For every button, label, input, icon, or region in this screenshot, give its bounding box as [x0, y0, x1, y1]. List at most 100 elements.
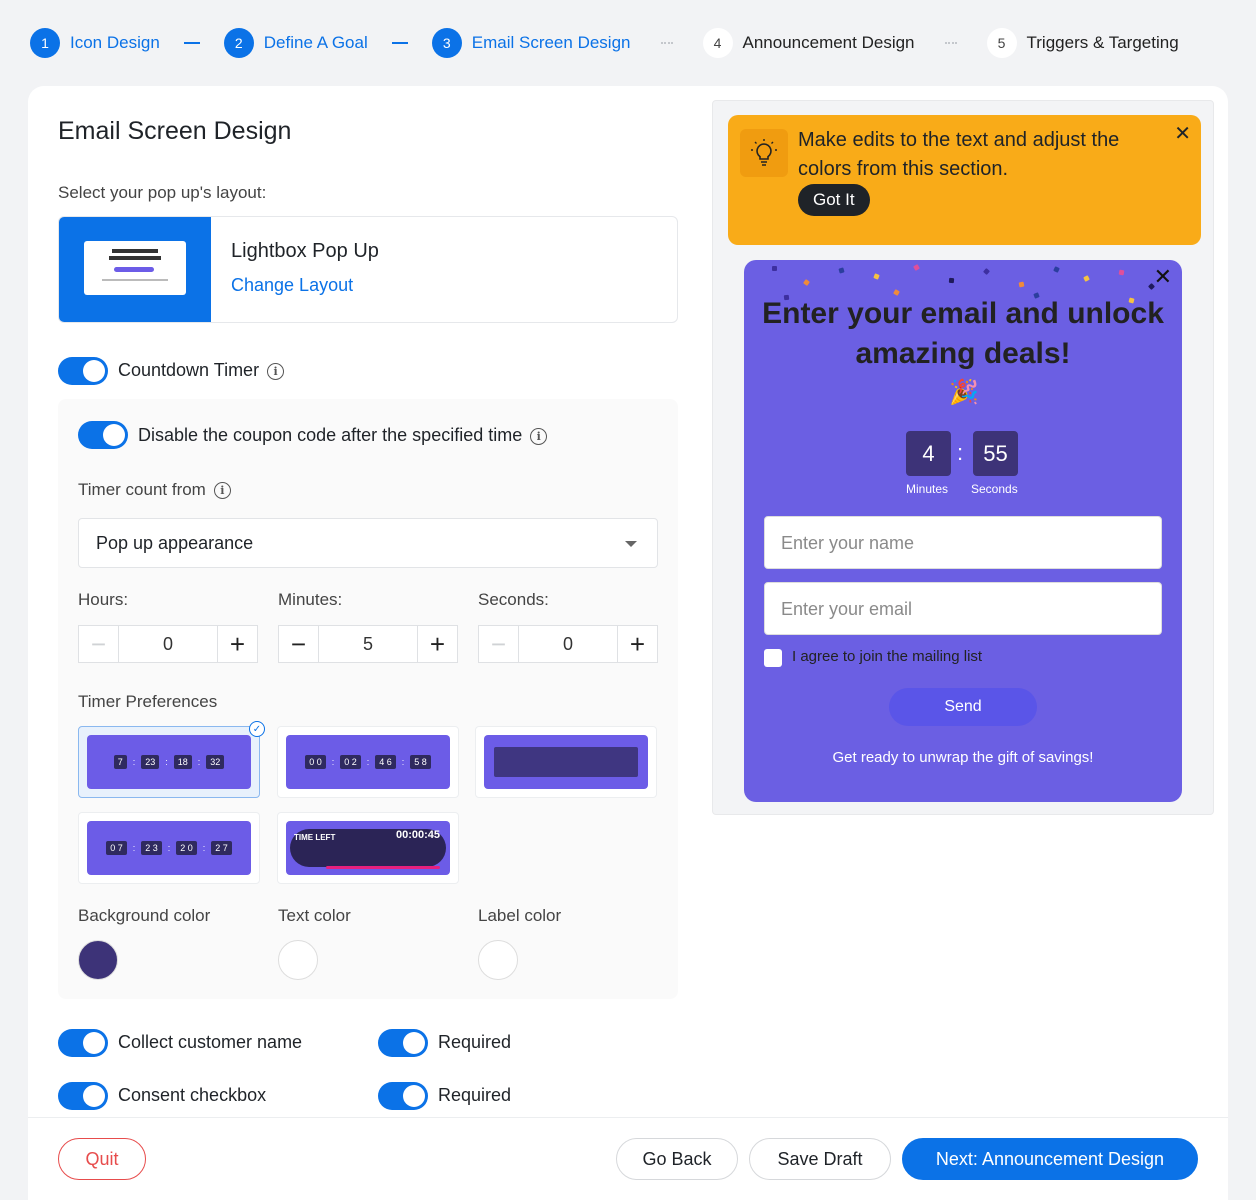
select-value: Pop up appearance — [96, 533, 254, 553]
confetti-piece — [838, 267, 845, 274]
name-input[interactable]: Enter your name — [764, 516, 1162, 569]
timer-style-option-5[interactable]: TIME LEFT 00:00:45 — [277, 812, 459, 884]
countdown-timer-label: Countdown Timer i — [118, 360, 285, 381]
step-separator — [944, 42, 957, 44]
disable-coupon-toggle[interactable] — [78, 421, 128, 449]
email-input[interactable]: Enter your email — [764, 582, 1162, 635]
step-define-goal[interactable]: 2 Define A Goal — [223, 28, 368, 58]
tip-text: Make edits to the text and adjust the co… — [798, 129, 1120, 180]
timer-separator: : — [957, 440, 964, 465]
step-separator — [183, 42, 200, 44]
timer-minutes: 4 — [906, 431, 951, 476]
name-required-toggle[interactable] — [378, 1029, 428, 1057]
decrement-button[interactable]: − — [479, 626, 519, 662]
tip-banner: Make edits to the text and adjust the co… — [728, 115, 1201, 245]
increment-button[interactable]: + — [417, 626, 457, 662]
lightbulb-icon — [740, 129, 788, 177]
info-icon[interactable]: i — [213, 482, 231, 499]
seconds-stepper: − 0 + — [478, 625, 658, 663]
hours-label: Hours: — [78, 590, 129, 609]
minutes-value[interactable]: 5 — [319, 634, 417, 655]
confetti-piece — [1083, 275, 1090, 282]
confetti-piece — [1018, 281, 1025, 288]
disable-coupon-label: Disable the coupon code after the specif… — [138, 425, 548, 446]
mailing-list-label: I agree to join the mailing list — [792, 648, 983, 665]
info-icon[interactable]: i — [530, 428, 548, 445]
increment-button[interactable]: + — [617, 626, 657, 662]
quit-button[interactable]: Quit — [58, 1138, 146, 1180]
seconds-value[interactable]: 0 — [519, 634, 617, 655]
timer-style-option-3[interactable] — [475, 726, 657, 798]
footer-bar: Quit Go Back Save Draft Next: Announceme… — [28, 1117, 1228, 1200]
popup-headline: Enter your email and unlock amazing deal… — [762, 297, 1164, 370]
step-number: 5 — [986, 28, 1017, 58]
confetti-piece — [1053, 266, 1060, 273]
consent-required-toggle[interactable] — [378, 1082, 428, 1110]
step-email-screen-design[interactable]: 3 Email Screen Design — [431, 28, 631, 58]
info-icon[interactable]: i — [267, 363, 285, 380]
step-triggers-targeting[interactable]: 5 Triggers & Targeting — [986, 28, 1179, 58]
next-button[interactable]: Next: Announcement Design — [902, 1138, 1198, 1180]
close-icon[interactable]: ✕ — [1174, 121, 1191, 146]
background-color-swatch[interactable] — [78, 940, 118, 980]
timer-count-from-label: Timer count from i — [78, 480, 231, 500]
confetti-piece — [873, 273, 880, 280]
decrement-button[interactable]: − — [279, 626, 319, 662]
timer-style-option-1[interactable]: 7:23:18:32 ✓ — [78, 721, 265, 798]
collect-name-toggle[interactable] — [58, 1029, 108, 1057]
timer-count-from-select[interactable]: Pop up appearance — [78, 518, 658, 568]
consent-checkbox-toggle[interactable] — [58, 1082, 108, 1110]
consent-checkbox-label: Consent checkbox — [118, 1085, 267, 1105]
step-label: Define A Goal — [263, 33, 368, 52]
close-icon[interactable]: ✕ — [1154, 264, 1172, 290]
confetti-piece — [802, 278, 811, 287]
layout-name: Lightbox Pop Up — [231, 240, 379, 262]
step-label: Announcement Design — [742, 33, 915, 52]
text-color-label: Text color — [278, 906, 351, 925]
step-announcement-design[interactable]: 4 Announcement Design — [702, 28, 915, 58]
step-number: 4 — [702, 28, 733, 58]
page-title: Email Screen Design — [58, 117, 292, 145]
popup-preview: Make edits to the text and adjust the co… — [712, 100, 1214, 815]
confetti-piece — [913, 264, 920, 271]
step-separator — [391, 42, 408, 44]
step-label: Email Screen Design — [471, 33, 631, 52]
timer-style-option-4[interactable]: 0 7:2 3:2 0:2 7 — [78, 812, 260, 884]
collect-name-label: Collect customer name — [118, 1032, 303, 1052]
step-number: 1 — [30, 28, 60, 58]
hours-stepper: − 0 + — [78, 625, 258, 663]
hours-value[interactable]: 0 — [119, 634, 217, 655]
wizard-stepper: 1 Icon Design 2 Define A Goal 3 Email Sc… — [30, 27, 1226, 59]
seconds-label: Seconds: — [478, 590, 549, 609]
decrement-button[interactable]: − — [79, 626, 119, 662]
text-color-swatch[interactable] — [278, 940, 318, 980]
step-number: 2 — [223, 28, 254, 58]
save-draft-button[interactable]: Save Draft — [749, 1138, 891, 1180]
timer-style-option-2[interactable]: 0 0:0 2:4 6:5 8 — [277, 726, 459, 798]
caret-down-icon — [625, 541, 637, 547]
increment-button[interactable]: + — [217, 626, 257, 662]
step-label: Triggers & Targeting — [1026, 33, 1179, 52]
layout-thumbnail — [59, 217, 211, 322]
countdown-timer-toggle[interactable] — [58, 357, 108, 385]
name-required-label: Required — [438, 1032, 512, 1052]
layout-selector: Lightbox Pop Up Change Layout — [58, 216, 678, 323]
step-label: Icon Design — [70, 33, 160, 52]
timer-settings-panel: Disable the coupon code after the specif… — [58, 399, 678, 999]
send-button[interactable]: Send — [889, 688, 1037, 726]
background-color-label: Background color — [78, 906, 211, 925]
change-layout-link[interactable]: Change Layout — [231, 275, 353, 296]
label-color-swatch[interactable] — [478, 940, 518, 980]
got-it-button[interactable]: Got It — [798, 184, 870, 216]
minutes-stepper: − 5 + — [278, 625, 458, 663]
layout-prompt: Select your pop up's layout: — [58, 183, 267, 202]
mailing-list-checkbox[interactable] — [764, 649, 782, 667]
go-back-button[interactable]: Go Back — [616, 1138, 738, 1180]
step-icon-design[interactable]: 1 Icon Design — [30, 28, 160, 58]
minutes-caption: Minutes — [906, 482, 949, 496]
confetti-piece — [948, 277, 955, 284]
minutes-label: Minutes: — [278, 590, 343, 609]
seconds-caption: Seconds — [971, 482, 1018, 496]
step-number: 3 — [431, 28, 462, 58]
party-popper-icon: 🎉 — [949, 379, 979, 406]
